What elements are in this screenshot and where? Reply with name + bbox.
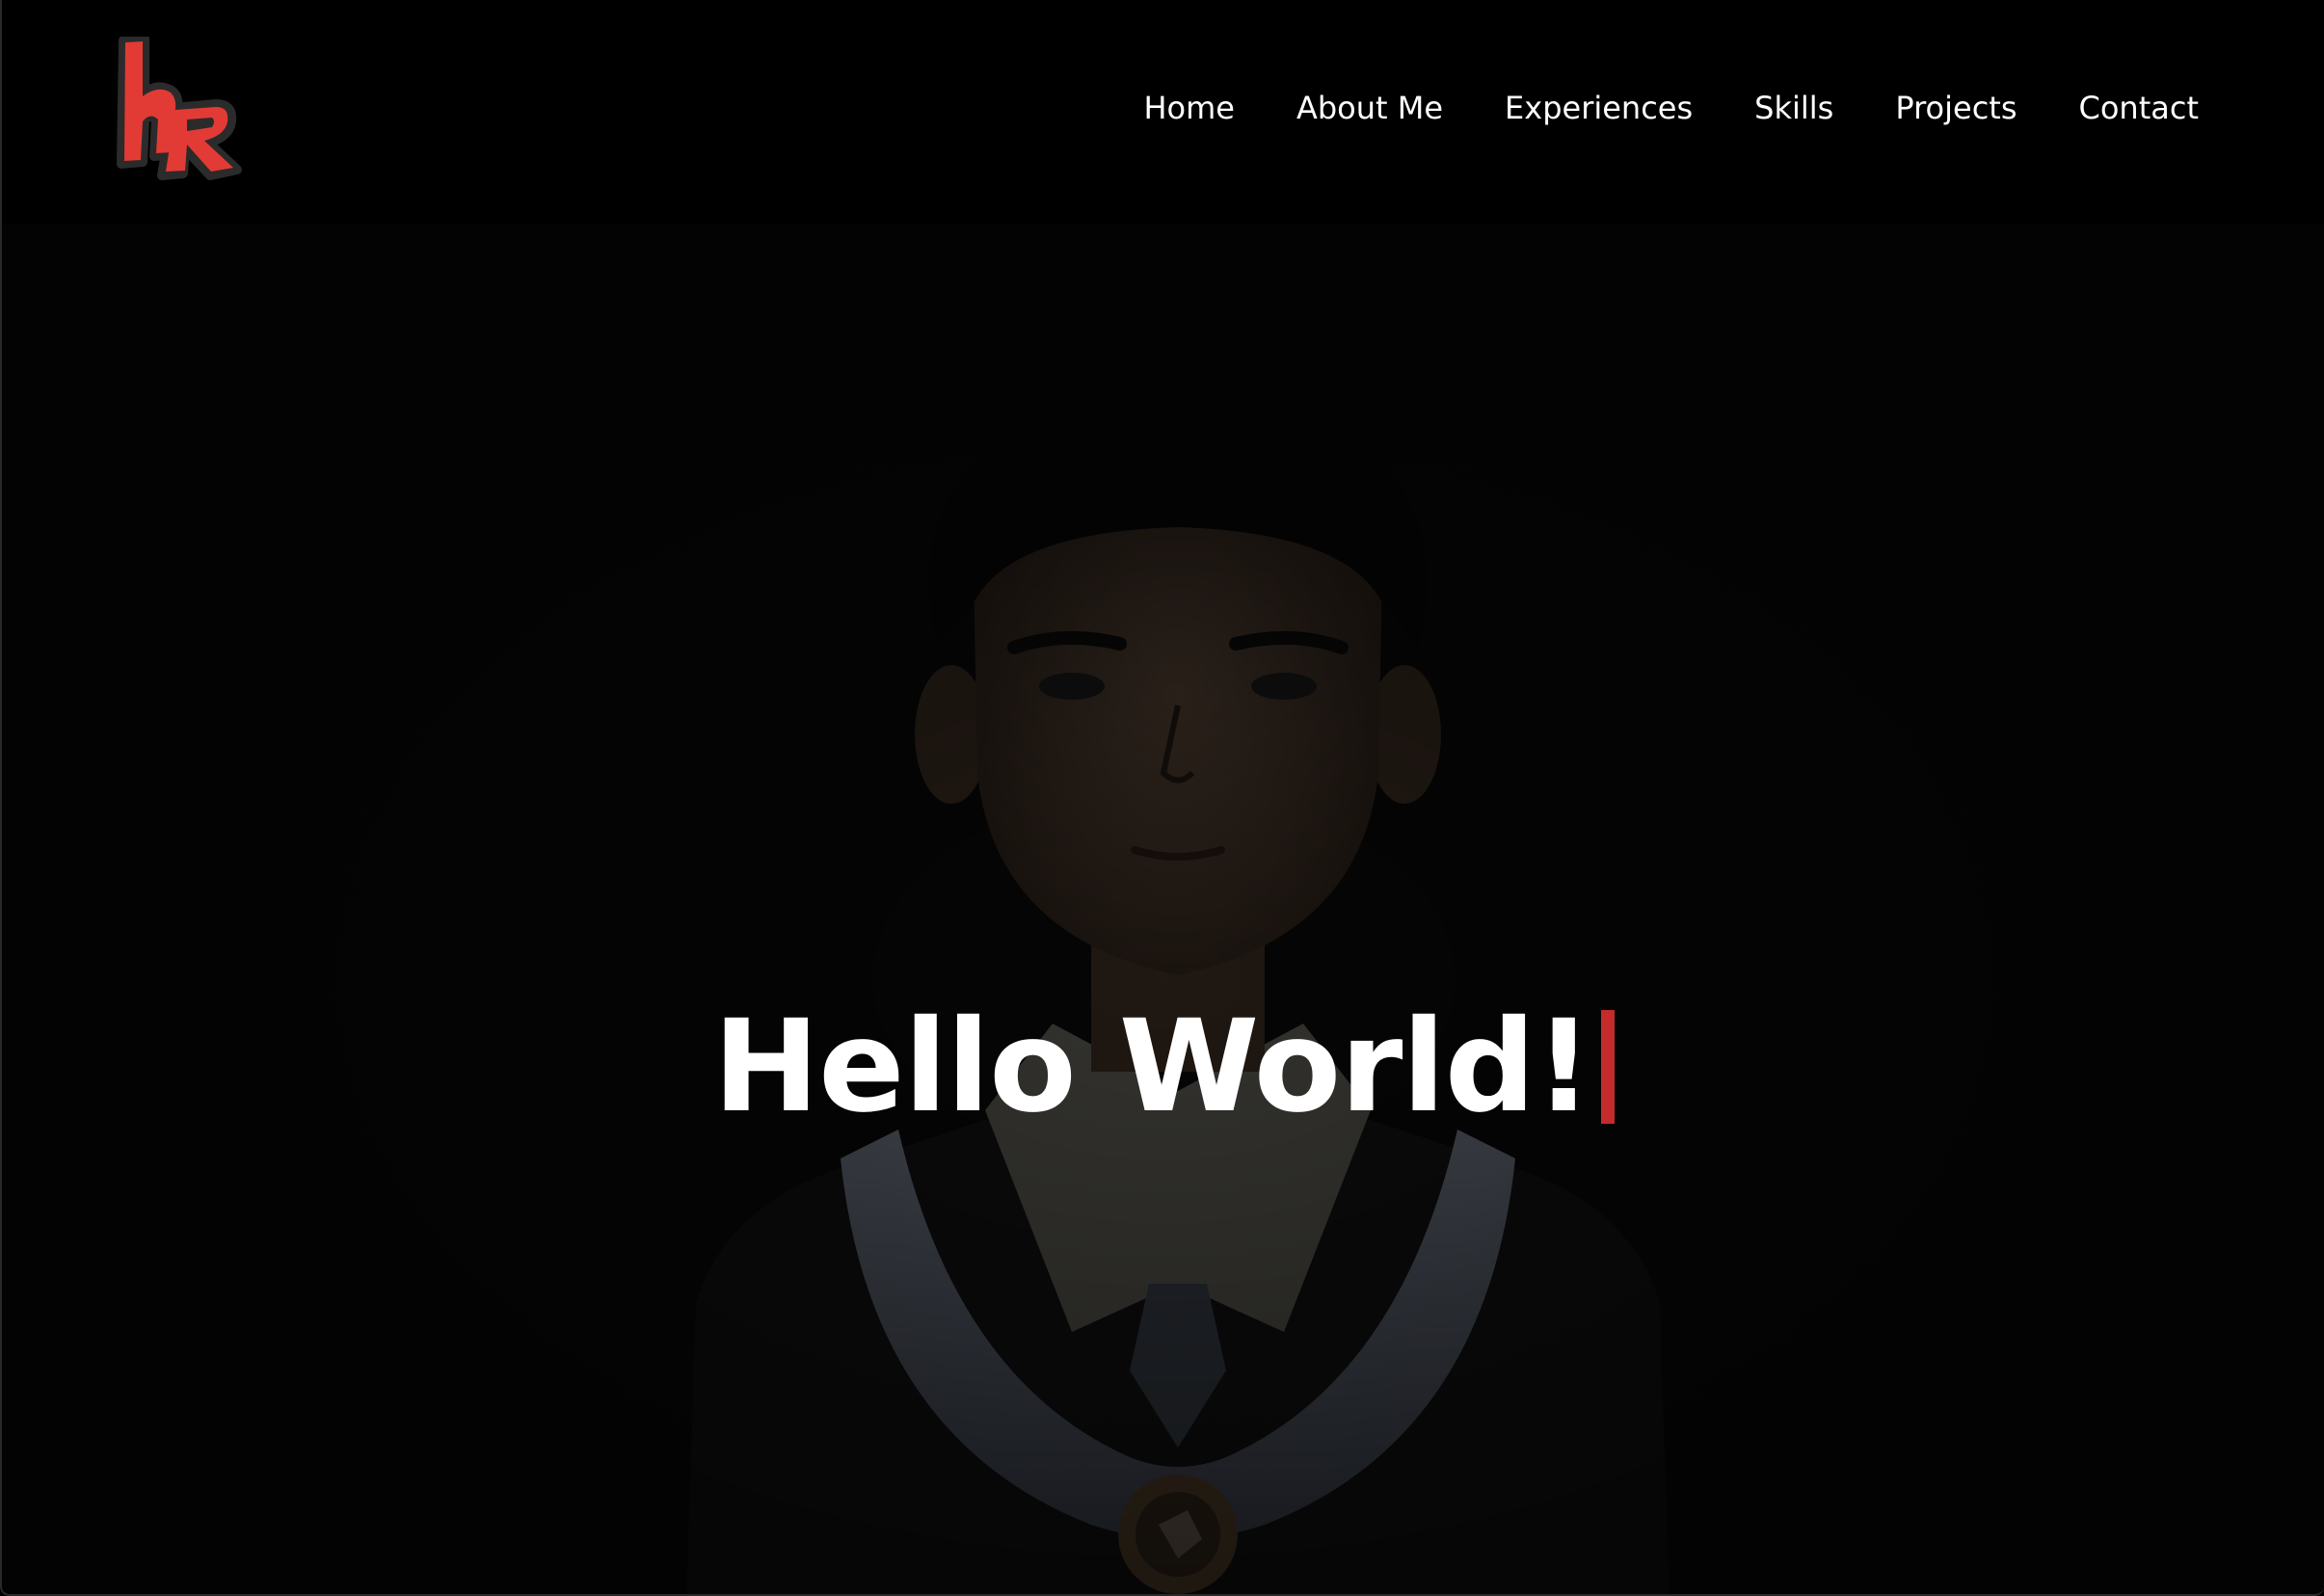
nav-link-skills[interactable]: Skills — [1754, 85, 1833, 131]
nav-link-about-me[interactable]: About Me — [1296, 85, 1443, 131]
page: Home About Me Experiences Skills Project… — [0, 0, 2324, 1596]
navbar: Home About Me Experiences Skills Project… — [2, 0, 2324, 224]
portrait-illustration — [686, 392, 1670, 1594]
typing-cursor — [1601, 1010, 1616, 1124]
nav-links: Home About Me Experiences Skills Project… — [1143, 85, 2199, 131]
hero-title: Hello World! — [712, 993, 1593, 1141]
hero-section: Hello World! — [2, 224, 2324, 1594]
hr-logo-icon — [117, 37, 242, 180]
nav-link-contact[interactable]: Contact — [2079, 85, 2200, 131]
nav-link-projects[interactable]: Projects — [1895, 85, 2017, 131]
hero-title-wrap: Hello World! — [2, 995, 2324, 1139]
site-logo[interactable] — [116, 37, 245, 181]
hero-portrait-image — [667, 359, 1689, 1594]
nav-link-experiences[interactable]: Experiences — [1505, 85, 1693, 131]
nav-link-home[interactable]: Home — [1143, 85, 1235, 131]
